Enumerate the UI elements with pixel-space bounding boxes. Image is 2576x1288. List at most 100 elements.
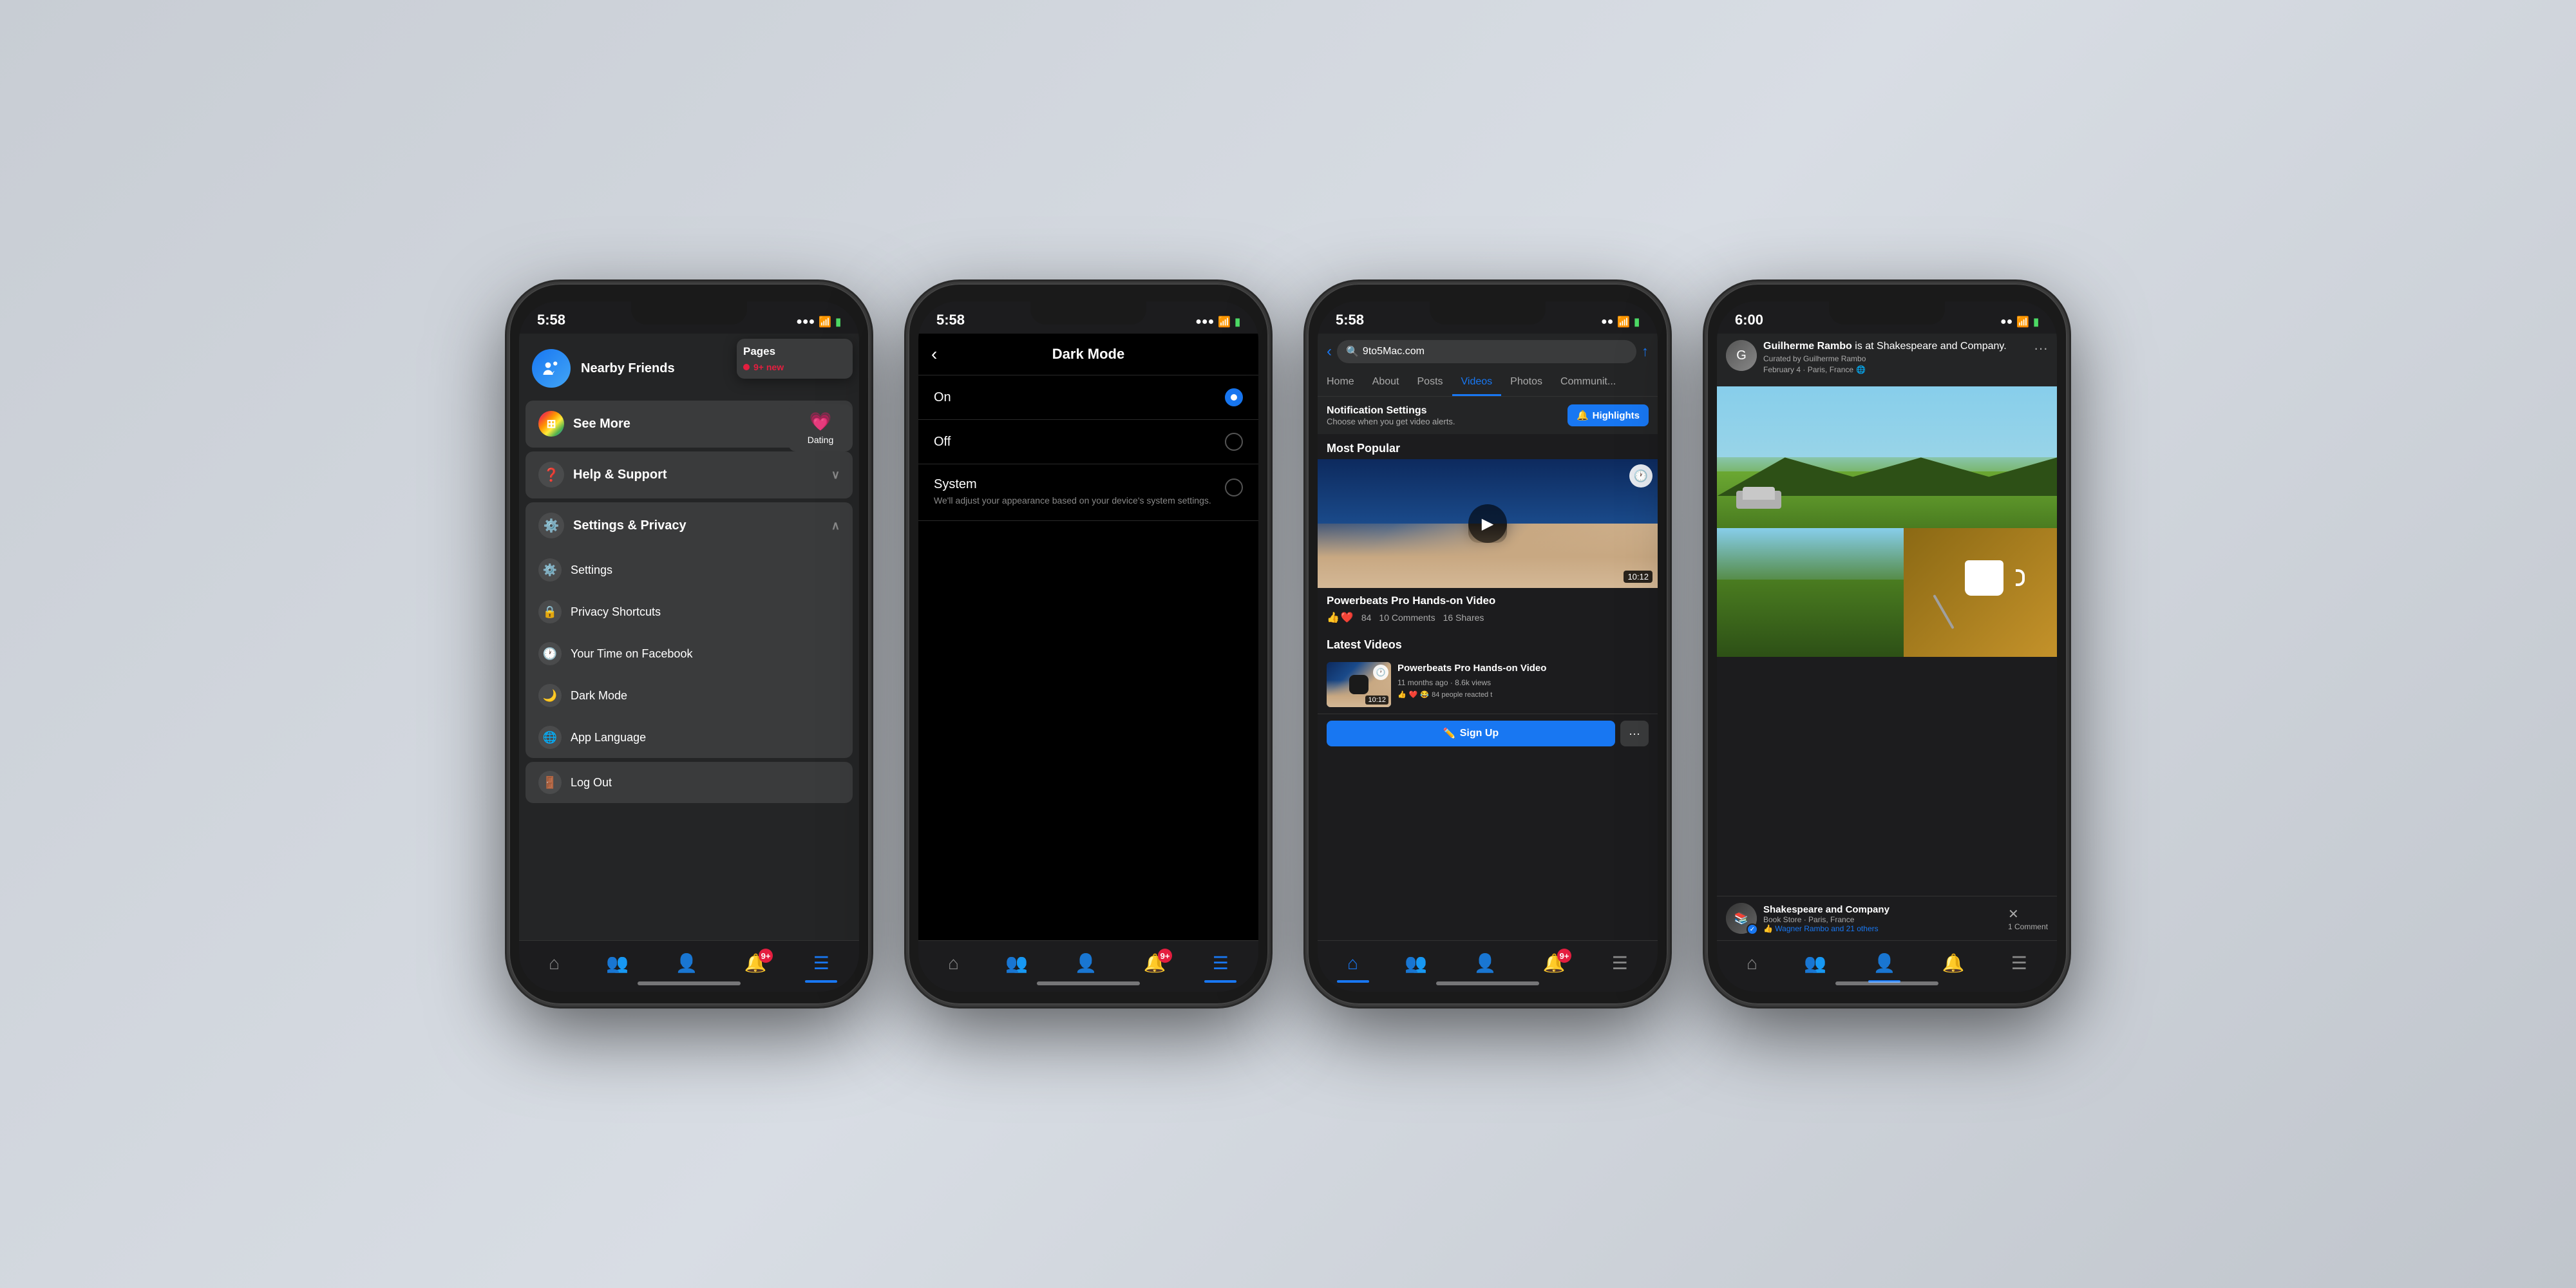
settings-chevron[interactable]: ∧ bbox=[831, 519, 840, 533]
battery-icon-4: ▮ bbox=[2033, 316, 2039, 328]
coffee-photo bbox=[1904, 528, 2057, 657]
tab-home-2[interactable]: ⌂ bbox=[948, 953, 959, 974]
more-button[interactable]: ··· bbox=[1620, 721, 1649, 746]
location-card[interactable]: 📚 ✓ Shakespeare and Company Book Store ·… bbox=[1717, 896, 2057, 940]
home-indicator-3 bbox=[1436, 981, 1539, 985]
tab-notifications-4[interactable]: 🔔 bbox=[1942, 952, 1965, 974]
app-language-label: App Language bbox=[571, 731, 646, 744]
search-value-3: 9to5Mac.com bbox=[1363, 346, 1425, 357]
dark-mode-label: Dark Mode bbox=[571, 689, 627, 703]
share-button-3[interactable]: ↑ bbox=[1642, 343, 1649, 360]
tab-notifications-3[interactable]: 🔔 9+ bbox=[1543, 952, 1566, 974]
latest-haha-icon: 😂 bbox=[1420, 690, 1429, 699]
tab-friends-4[interactable]: 👥 bbox=[1804, 952, 1826, 974]
tab-friends-3[interactable]: 👥 bbox=[1405, 952, 1427, 974]
tab-profile-4[interactable]: 👤 bbox=[1873, 952, 1895, 974]
highlights-button[interactable]: 🔔 Highlights bbox=[1567, 404, 1649, 426]
status-icons-1: ●●● 📶 ▮ bbox=[796, 316, 841, 328]
dm-on-radio[interactable] bbox=[1225, 388, 1243, 406]
tab-about-page[interactable]: About bbox=[1363, 370, 1408, 396]
phone-1: 5:58 ●●● 📶 ▮ Pages 9+ new 💗 Dating bbox=[509, 283, 869, 1005]
dating-popup[interactable]: 💗 Dating bbox=[788, 404, 853, 451]
videos-screen: ‹ 🔍 9to5Mac.com ↑ Home About Posts Video… bbox=[1318, 334, 1658, 940]
home-icon-1: ⌂ bbox=[549, 953, 560, 974]
notch-1 bbox=[631, 301, 747, 325]
location-name: Shakespeare and Company bbox=[1763, 904, 2002, 915]
like-icon: 👍 bbox=[1327, 611, 1340, 624]
tab-profile-2[interactable]: 👤 bbox=[1074, 952, 1097, 974]
tab-friends-2[interactable]: 👥 bbox=[1005, 952, 1028, 974]
dark-mode-system-option[interactable]: System We'll adjust your appearance base… bbox=[918, 464, 1258, 521]
status-icons-2: ●●● 📶 ▮ bbox=[1195, 316, 1240, 328]
tab-home-page[interactable]: Home bbox=[1318, 370, 1363, 396]
home-icon-2: ⌂ bbox=[948, 953, 959, 974]
tab-menu-2[interactable]: ☰ bbox=[1213, 952, 1229, 974]
back-button-3[interactable]: ‹ bbox=[1327, 343, 1332, 361]
poster-avatar[interactable]: G bbox=[1726, 340, 1757, 371]
video-info: Powerbeats Pro Hands-on Video 👍 ❤️ 84 10… bbox=[1318, 588, 1658, 630]
search-bar-3[interactable]: 🔍 9to5Mac.com bbox=[1337, 340, 1636, 363]
pages-popup[interactable]: Pages 9+ new bbox=[737, 339, 853, 379]
poster-date: February 4 · Paris, France 🌐 bbox=[1763, 365, 2027, 375]
battery-icon-3: ▮ bbox=[1634, 316, 1640, 328]
friends-icon-3: 👥 bbox=[1405, 952, 1427, 974]
wifi-icon-2: 📶 bbox=[1218, 316, 1231, 328]
tab-profile-1[interactable]: 👤 bbox=[675, 952, 697, 974]
tab-menu-1[interactable]: ☰ bbox=[813, 952, 829, 974]
settings-item[interactable]: ⚙️ Settings bbox=[526, 549, 853, 591]
tab-home-4[interactable]: ⌂ bbox=[1747, 953, 1757, 974]
notch-4 bbox=[1829, 301, 1945, 325]
latest-thumb: 🕐 10:12 bbox=[1327, 662, 1391, 707]
tab-notifications-1[interactable]: 🔔 9+ bbox=[744, 952, 767, 974]
app-language-item[interactable]: 🌐 App Language bbox=[526, 717, 853, 758]
settings-privacy-section[interactable]: ⚙️ Settings & Privacy ∧ ⚙️ Settings 🔒 Pr… bbox=[526, 502, 853, 758]
dating-heart-icon: 💗 bbox=[810, 411, 832, 432]
tab-home-3[interactable]: ⌂ bbox=[1347, 953, 1358, 974]
help-support-header[interactable]: ❓ Help & Support ∨ bbox=[526, 451, 853, 498]
sign-up-button[interactable]: ✏️ Sign Up bbox=[1327, 721, 1615, 746]
help-support-section[interactable]: ❓ Help & Support ∨ bbox=[526, 451, 853, 498]
dm-off-label: Off bbox=[934, 435, 951, 450]
dark-mode-item[interactable]: 🌙 Dark Mode bbox=[526, 675, 853, 717]
menu-icon-3: ☰ bbox=[1612, 952, 1628, 974]
back-button-2[interactable]: ‹ bbox=[931, 344, 937, 365]
tab-menu-3[interactable]: ☰ bbox=[1612, 952, 1628, 974]
battery-icon-2: ▮ bbox=[1235, 316, 1240, 328]
dark-mode-off-option[interactable]: Off bbox=[918, 420, 1258, 464]
see-more-icon: ⊞ bbox=[538, 411, 564, 437]
location-info: Shakespeare and Company Book Store · Par… bbox=[1763, 904, 2002, 933]
tab-menu-4[interactable]: ☰ bbox=[2011, 952, 2027, 974]
tab-notifications-2[interactable]: 🔔 9+ bbox=[1144, 952, 1166, 974]
dark-mode-on-option[interactable]: On bbox=[918, 375, 1258, 420]
most-popular-video-thumb[interactable]: 🕐 ▶ 10:12 bbox=[1318, 459, 1658, 588]
time-on-facebook-item[interactable]: 🕐 Your Time on Facebook bbox=[526, 633, 853, 675]
logout-item[interactable]: 🚪 Log Out bbox=[526, 762, 853, 803]
phone-4: 6:00 ●● 📶 ▮ G Guilherme Rambo bbox=[1707, 283, 2067, 1005]
tab-posts-page[interactable]: Posts bbox=[1408, 370, 1452, 396]
tab-videos-page[interactable]: Videos bbox=[1452, 370, 1502, 396]
comments-count: 10 Comments bbox=[1379, 612, 1435, 623]
tab-friends-1[interactable]: 👥 bbox=[606, 952, 629, 974]
post-more-button[interactable]: ··· bbox=[2034, 340, 2048, 357]
video-clock-icon: 🕐 bbox=[1629, 464, 1653, 488]
settings-privacy-header[interactable]: ⚙️ Settings & Privacy ∧ bbox=[526, 502, 853, 549]
latest-product bbox=[1349, 675, 1368, 694]
outdoor-photo bbox=[1717, 386, 2057, 528]
tab-photos-page[interactable]: Photos bbox=[1501, 370, 1551, 396]
help-chevron[interactable]: ∨ bbox=[831, 468, 840, 482]
close-button-4[interactable]: ✕ bbox=[2008, 906, 2048, 922]
tab-profile-3[interactable]: 👤 bbox=[1473, 952, 1496, 974]
tab-community-page[interactable]: Communit... bbox=[1551, 370, 1625, 396]
photo-collage bbox=[1717, 528, 2057, 657]
privacy-shortcuts-item[interactable]: 🔒 Privacy Shortcuts bbox=[526, 591, 853, 633]
video-play-button[interactable]: ▶ bbox=[1468, 504, 1507, 543]
see-more-label: See More bbox=[573, 417, 630, 431]
signal-icon-3: ●● bbox=[1601, 316, 1613, 328]
latest-love-icon: ❤️ bbox=[1409, 690, 1418, 699]
logout-section[interactable]: 🚪 Log Out bbox=[526, 762, 853, 803]
dm-off-radio[interactable] bbox=[1225, 433, 1243, 451]
latest-video-item[interactable]: 🕐 10:12 Powerbeats Pro Hands-on Video 11… bbox=[1318, 656, 1658, 714]
tab-home-1[interactable]: ⌂ bbox=[549, 953, 560, 974]
dm-system-radio[interactable] bbox=[1225, 478, 1243, 497]
poster-details: Guilherme Rambo is at Shakespeare and Co… bbox=[1763, 340, 2027, 375]
